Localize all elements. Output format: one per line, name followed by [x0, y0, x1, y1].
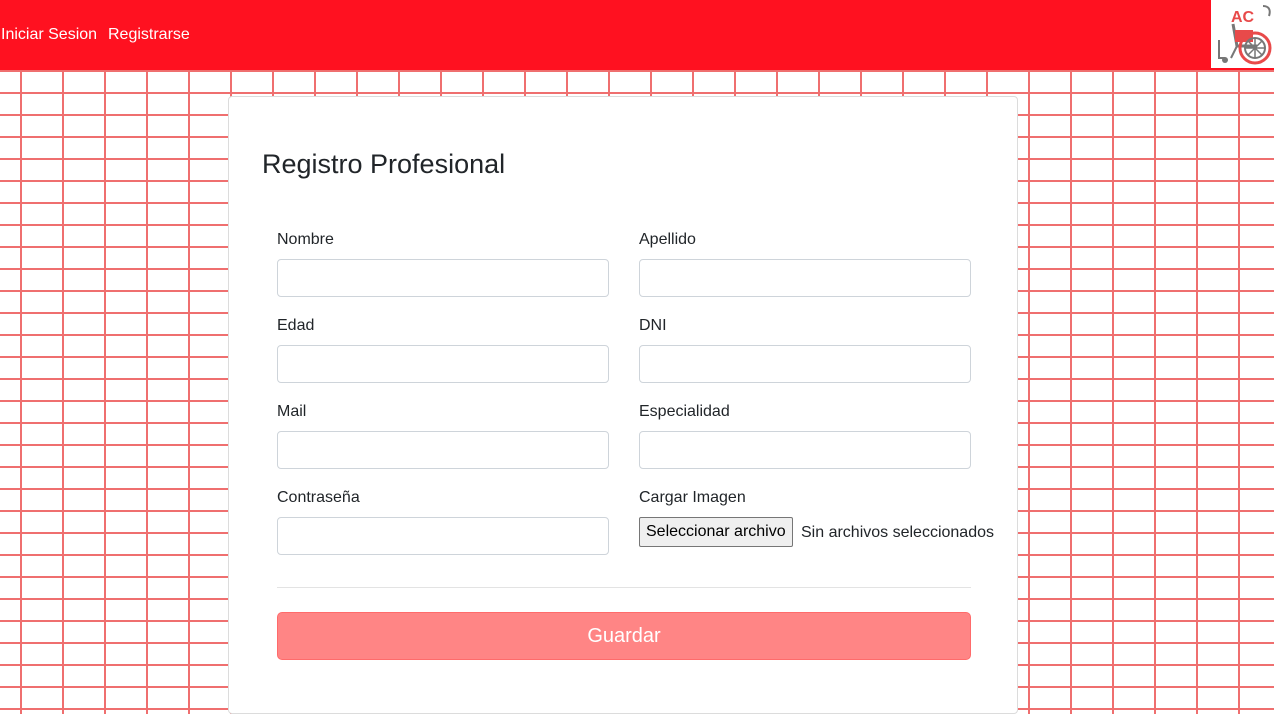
register-link[interactable]: Registrarse [108, 26, 190, 44]
page-title: Registro Profesional [262, 149, 506, 179]
choose-file-button[interactable]: Seleccionar archivo [639, 517, 793, 547]
apellido-input[interactable] [639, 259, 971, 297]
nombre-label: Nombre [277, 231, 334, 248]
password-input[interactable] [277, 517, 609, 555]
file-status-text: Sin archivos seleccionados [801, 524, 994, 541]
especialidad-label: Especialidad [639, 403, 730, 420]
logo-text: AC [1231, 9, 1255, 26]
apellido-label: Apellido [639, 231, 696, 248]
mail-input[interactable] [277, 431, 609, 469]
edad-input[interactable] [277, 345, 609, 383]
nombre-input[interactable] [277, 259, 609, 297]
wheelchair-logo-icon: AC [1218, 5, 1272, 65]
navbar: Iniciar Sesion Registrarse AC [0, 0, 1274, 70]
logo[interactable]: AC [1211, 0, 1274, 68]
divider [277, 587, 971, 588]
save-button[interactable]: Guardar [277, 612, 971, 660]
imagen-label: Cargar Imagen [639, 489, 746, 506]
dni-input[interactable] [639, 345, 971, 383]
login-link[interactable]: Iniciar Sesion [1, 26, 97, 44]
dni-label: DNI [639, 317, 667, 334]
contrasena-label: Contraseña [277, 489, 360, 506]
mail-label: Mail [277, 403, 307, 420]
especialidad-input[interactable] [639, 431, 971, 469]
registration-card: Registro Profesional Nombre Apellido Eda… [228, 96, 1018, 714]
edad-label: Edad [277, 317, 315, 334]
